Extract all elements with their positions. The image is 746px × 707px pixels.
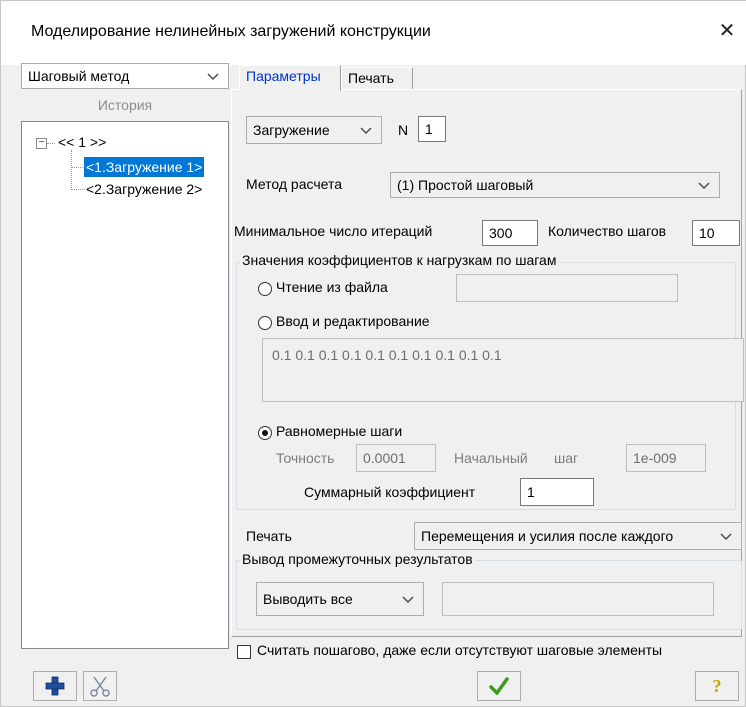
chevron-down-icon — [720, 533, 732, 540]
n-label: N — [398, 122, 409, 138]
dialog-window: Моделирование нелинейных загружений конс… — [0, 0, 746, 707]
initial-step-label-1: Начальный — [454, 450, 528, 466]
min-iterations-label: Минимальное число итераций — [234, 223, 433, 239]
stepwise-checkbox-label[interactable]: Считать пошагово, даже если отсутствуют … — [257, 642, 662, 658]
tree-item-load-1[interactable]: <1.Загружение 1> — [84, 157, 205, 177]
tab-print[interactable]: Печать — [341, 67, 413, 89]
help-icon: ? — [712, 675, 722, 696]
accuracy-input: 0.0001 — [356, 444, 436, 472]
tab-print-label: Печать — [348, 70, 394, 86]
print-select[interactable]: Перемещения и усилия после каждого — [414, 522, 742, 550]
scissors-icon — [90, 676, 110, 697]
intermediate-output-field — [442, 582, 714, 616]
coefficients-group-title: Значения коэффициентов к нагрузкам по ша… — [240, 252, 559, 268]
print-label: Печать — [246, 528, 292, 544]
read-file-radio[interactable] — [258, 282, 272, 296]
close-icon[interactable]: ✕ — [717, 19, 737, 43]
coefficients-textarea: 0.1 0.1 0.1 0.1 0.1 0.1 0.1 0.1 0.1 0.1 — [262, 338, 744, 402]
checkmark-icon — [489, 677, 509, 695]
tree-line — [47, 143, 55, 144]
window-title: Моделирование нелинейных загружений конс… — [31, 23, 431, 40]
method-select-value: Шаговый метод — [28, 68, 130, 84]
tree-root[interactable]: << 1 >> — [58, 134, 106, 150]
chevron-down-icon — [360, 127, 372, 134]
title-bar: Моделирование нелинейных загружений конс… — [1, 1, 746, 65]
load-type-select[interactable]: Загружение — [246, 116, 382, 144]
initial-step-label-2: шаг — [554, 450, 579, 466]
history-label: История — [97, 97, 153, 113]
tree-line — [71, 189, 85, 190]
chevron-down-icon — [402, 596, 414, 603]
steps-count-label: Количество шагов — [548, 223, 667, 239]
tree-item-load-2[interactable]: <2.Загружение 2> — [86, 179, 202, 199]
stepwise-checkbox[interactable] — [237, 645, 251, 659]
edit-radio[interactable] — [258, 316, 272, 330]
load-type-value: Загружение — [253, 122, 330, 138]
calc-method-select[interactable]: (1) Простой шаговый — [390, 172, 720, 198]
intermediate-output-value: Выводить все — [263, 591, 353, 607]
help-button[interactable]: ? — [695, 671, 739, 701]
tab-parameters-label: Параметры — [246, 68, 321, 84]
sum-coefficient-input[interactable]: 1 — [520, 478, 594, 506]
n-input[interactable]: 1 — [418, 116, 446, 142]
edit-label[interactable]: Ввод и редактирование — [276, 313, 430, 329]
steps-count-input[interactable]: 10 — [692, 220, 740, 246]
chevron-down-icon — [207, 73, 219, 80]
min-iterations-input[interactable]: 300 — [482, 220, 538, 246]
coefficients-text: 0.1 0.1 0.1 0.1 0.1 0.1 0.1 0.1 0.1 0.1 — [272, 347, 502, 363]
calc-method-label: Метод расчета — [246, 176, 343, 192]
sum-coefficient-label: Суммарный коэффициент — [304, 484, 476, 500]
cut-button[interactable] — [83, 671, 117, 701]
accuracy-label: Точность — [276, 450, 335, 466]
initial-step-input: 1e-009 — [626, 444, 706, 472]
intermediate-results-title: Вывод промежуточных результатов — [240, 551, 475, 567]
parameters-panel: Загружение N 1 Метод расчета (1) Простой… — [231, 89, 744, 637]
print-select-value: Перемещения и усилия после каждого — [421, 528, 674, 544]
uniform-steps-label[interactable]: Равномерные шаги — [276, 423, 402, 439]
intermediate-output-select[interactable]: Выводить все — [256, 582, 424, 616]
collapse-glyph: − — [38, 137, 45, 148]
chevron-down-icon — [698, 182, 710, 189]
collapse-icon[interactable]: − — [36, 138, 47, 149]
file-path-input — [456, 274, 678, 302]
tab-parameters[interactable]: Параметры — [239, 65, 341, 91]
add-button[interactable] — [33, 671, 77, 701]
uniform-steps-radio[interactable] — [258, 426, 272, 440]
method-select[interactable]: Шаговый метод — [21, 63, 229, 89]
tree-line — [71, 150, 72, 190]
history-tree[interactable]: − << 1 >> <1.Загружение 1> <2.Загружение… — [21, 121, 229, 649]
calc-method-value: (1) Простой шаговый — [397, 177, 534, 193]
read-file-label[interactable]: Чтение из файла — [276, 279, 388, 295]
ok-button[interactable] — [477, 671, 521, 701]
plus-icon — [45, 676, 65, 696]
tree-line — [71, 167, 85, 168]
